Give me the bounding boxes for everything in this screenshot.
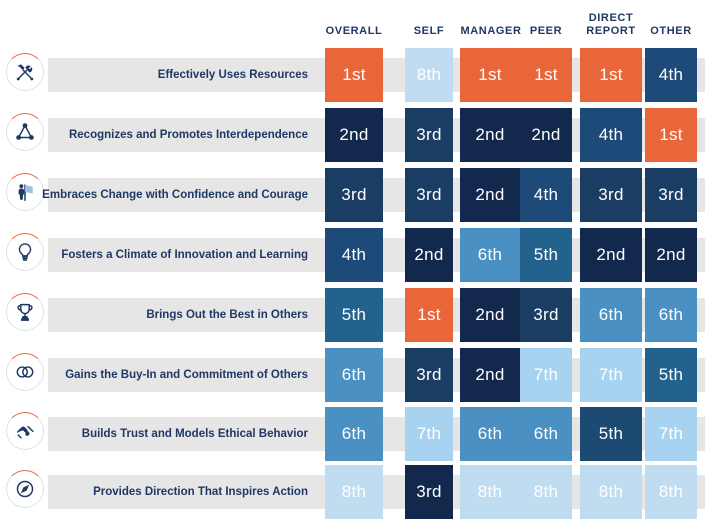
rank-cell: 4th xyxy=(325,228,383,282)
rank-cell: 7th xyxy=(645,407,697,461)
row-icon-badge xyxy=(6,113,44,151)
row-icon-badge xyxy=(6,470,44,508)
rank-cell: 2nd xyxy=(460,348,520,402)
compass-icon xyxy=(6,470,44,508)
rank-cell: 5th xyxy=(580,407,642,461)
rank-cell: 4th xyxy=(580,108,642,162)
tools-icon xyxy=(6,53,44,91)
interlocking-circles-icon xyxy=(6,353,44,391)
row-label: Brings Out the Best in Others xyxy=(146,309,308,321)
row-label: Embraces Change with Confidence and Cour… xyxy=(42,189,308,201)
rank-cell: 3rd xyxy=(405,108,453,162)
row-label: Builds Trust and Models Ethical Behavior xyxy=(81,428,308,440)
rank-cell: 2nd xyxy=(460,168,520,222)
rank-cell: 4th xyxy=(520,168,572,222)
rank-cell: 7th xyxy=(580,348,642,402)
rank-cell: 5th xyxy=(520,228,572,282)
handshake-icon xyxy=(6,412,44,450)
network-nodes-icon xyxy=(6,113,44,151)
rank-cell: 6th xyxy=(645,288,697,342)
lightbulb-icon xyxy=(6,233,44,271)
rank-cell: 8th xyxy=(405,48,453,102)
rank-cell: 1st xyxy=(325,48,383,102)
rank-cell: 7th xyxy=(405,407,453,461)
rank-cell: 2nd xyxy=(460,108,520,162)
table-row: Provides Direction That Inspires Action 8… xyxy=(0,462,705,522)
row-icon-badge xyxy=(6,233,44,271)
table-row: Recognizes and Promotes Interdependence 2… xyxy=(0,105,705,165)
table-row: Effectively Uses Resources 1st 8th 1st 1st 1s… xyxy=(0,45,705,105)
rank-cell: 8th xyxy=(580,465,642,519)
row-label: Effectively Uses Resources xyxy=(157,69,308,81)
rank-cell: 8th xyxy=(645,465,697,519)
rank-cell: 6th xyxy=(325,407,383,461)
rank-cell: 5th xyxy=(645,348,697,402)
column-header-peer: PEER xyxy=(529,25,563,37)
rank-cell: 3rd xyxy=(325,168,383,222)
table-row: Brings Out the Best in Others 5th 1st 2nd 3r… xyxy=(0,285,705,345)
rank-cell: 3rd xyxy=(405,168,453,222)
rank-cell: 2nd xyxy=(325,108,383,162)
row-label: Recognizes and Promotes Interdependence xyxy=(68,129,308,141)
column-header-overall: OVERALL xyxy=(325,25,383,37)
rank-cell: 4th xyxy=(645,48,697,102)
rank-cell: 5th xyxy=(325,288,383,342)
rank-cell: 1st xyxy=(405,288,453,342)
rank-cell: 2nd xyxy=(405,228,453,282)
row-icon-badge xyxy=(6,412,44,450)
row-icon-badge xyxy=(6,353,44,391)
rank-cell: 1st xyxy=(520,48,572,102)
rank-cell: 7th xyxy=(520,348,572,402)
trophy-icon xyxy=(6,293,44,331)
rank-cell: 6th xyxy=(580,288,642,342)
table-row: Embraces Change with Confidence and Cour… xyxy=(0,165,705,225)
table-row: Gains the Buy-In and Commitment of Other… xyxy=(0,345,705,405)
row-label: Fosters a Climate of Innovation and Lear… xyxy=(61,249,308,261)
rank-cell: 6th xyxy=(325,348,383,402)
row-label: Provides Direction That Inspires Action xyxy=(93,486,308,498)
column-header-other: OTHER xyxy=(650,25,692,37)
rank-cell: 3rd xyxy=(645,168,697,222)
rank-cell: 2nd xyxy=(520,108,572,162)
rank-cell: 1st xyxy=(580,48,642,102)
person-flag-icon xyxy=(6,173,44,211)
rank-cell: 2nd xyxy=(580,228,642,282)
rank-cell: 6th xyxy=(520,407,572,461)
rank-cell: 1st xyxy=(645,108,697,162)
rank-cell: 8th xyxy=(325,465,383,519)
rank-cell: 2nd xyxy=(645,228,697,282)
rank-cell: 6th xyxy=(460,228,520,282)
row-icon-badge xyxy=(6,293,44,331)
table-row: Fosters a Climate of Innovation and Lear… xyxy=(0,225,705,285)
table-row: Builds Trust and Models Ethical Behavior… xyxy=(0,404,705,464)
column-header-self: SELF xyxy=(413,25,445,37)
rank-cell: 1st xyxy=(460,48,520,102)
rank-cell: 8th xyxy=(460,465,520,519)
row-icon-badge xyxy=(6,53,44,91)
rank-cell: 8th xyxy=(520,465,572,519)
rank-cell: 3rd xyxy=(405,465,453,519)
rank-cell: 3rd xyxy=(580,168,642,222)
row-icon-badge xyxy=(6,173,44,211)
rank-cell: 2nd xyxy=(460,288,520,342)
rank-cell: 6th xyxy=(460,407,520,461)
ranking-matrix: OVERALL SELF MANAGER PEER DIRECT REPORT OTHER… xyxy=(0,0,705,522)
rank-cell: 3rd xyxy=(520,288,572,342)
rank-cell: 3rd xyxy=(405,348,453,402)
row-label: Gains the Buy-In and Commitment of Other… xyxy=(65,369,308,381)
column-header-row: OVERALL SELF MANAGER PEER DIRECT REPORT OTHER xyxy=(0,0,705,45)
column-header-direct-report: DIRECT REPORT xyxy=(586,12,636,37)
